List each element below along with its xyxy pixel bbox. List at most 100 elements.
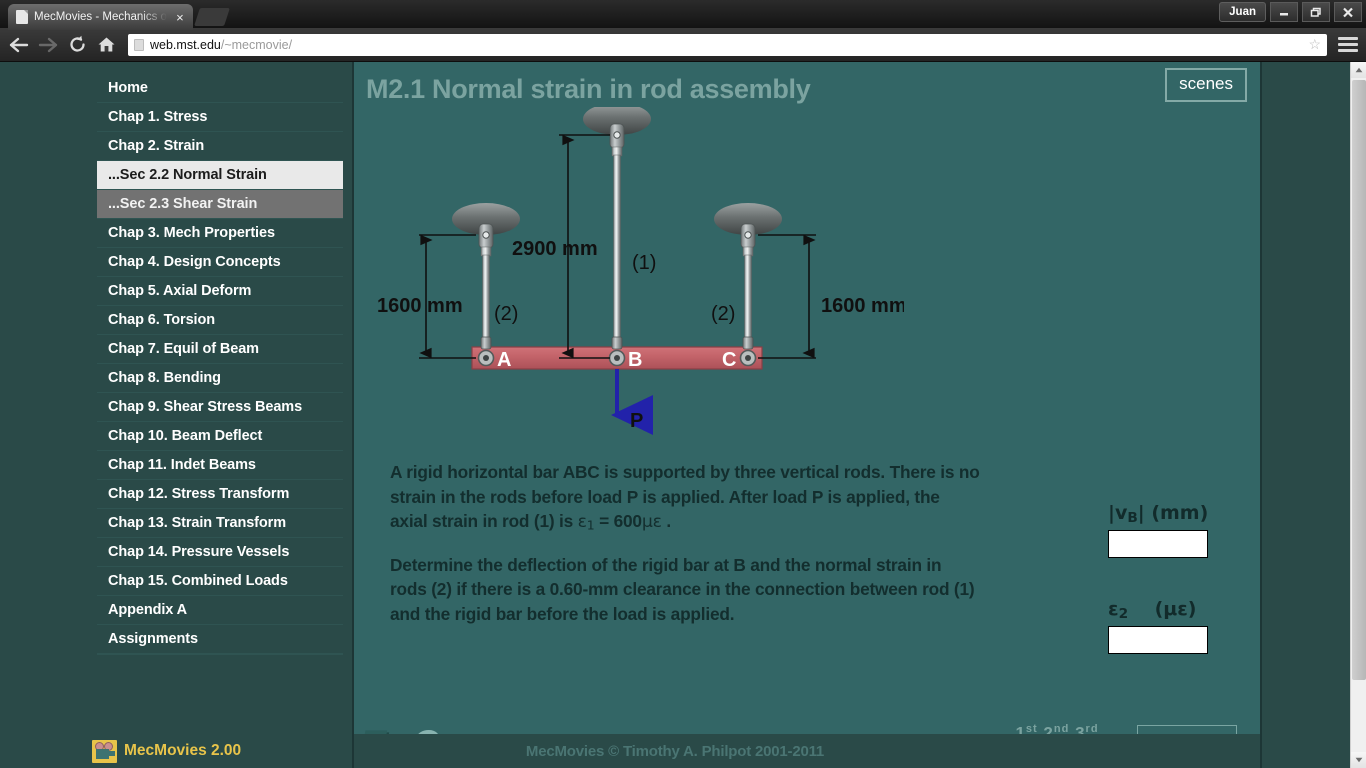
- sidebar-item-14[interactable]: Chap 12. Stress Transform: [97, 480, 343, 509]
- sidebar-item-3[interactable]: ...Sec 2.2 Normal Strain: [97, 161, 343, 190]
- sidebar-item-16[interactable]: Chap 14. Pressure Vessels: [97, 538, 343, 567]
- home-icon[interactable]: [95, 34, 117, 56]
- answer-fields: |vB| (mm) ε2 (με): [1108, 502, 1228, 654]
- sidebar-item-1[interactable]: Chap 1. Stress: [97, 103, 343, 132]
- sidebar-bottom-rule: [97, 654, 343, 655]
- joint-label-b: B: [628, 349, 642, 371]
- rod-label-2-right: (2): [711, 303, 735, 325]
- sidebar-item-label: Chap 5. Axial Deform: [108, 283, 252, 299]
- vb-tail: |: [1137, 502, 1145, 524]
- epsilon1-subscript: 1: [586, 517, 595, 533]
- sidebar-item-15[interactable]: Chap 13. Strain Transform: [97, 509, 343, 538]
- page-title: M2.1 Normal strain in rod assembly: [366, 74, 811, 104]
- mecmovies-page: Home Chap 1. Stress Chap 2. Strain ...Sec 2…: [0, 62, 1350, 768]
- dimension-right: [758, 234, 816, 359]
- sidebar-item-label: Assignments: [108, 631, 198, 647]
- sidebar-item-2[interactable]: Chap 2. Strain: [97, 132, 343, 161]
- sidebar-item-5[interactable]: Chap 3. Mech Properties: [97, 219, 343, 248]
- movie-camera-icon: [92, 739, 117, 763]
- sidebar-item-label: Chap 12. Stress Transform: [108, 486, 290, 502]
- browser-menu-icon[interactable]: [1338, 37, 1358, 52]
- forward-icon[interactable]: [37, 34, 59, 56]
- dim-right-label: 1600 mm: [821, 295, 904, 317]
- sidebar-item-label: Chap 13. Strain Transform: [108, 515, 286, 531]
- page-viewport: Home Chap 1. Stress Chap 2. Strain ...Sec 2…: [0, 62, 1366, 768]
- scroll-down-icon[interactable]: [1351, 752, 1366, 768]
- scenes-button[interactable]: scenes: [1165, 68, 1247, 102]
- url-text: web.mst.edu/~mecmovie/: [150, 38, 292, 52]
- minimize-button[interactable]: [1270, 2, 1298, 22]
- page-scrollbar[interactable]: [1350, 62, 1366, 768]
- epsilon1-symbol: ε: [577, 512, 587, 533]
- close-button[interactable]: [1334, 2, 1362, 22]
- url-host: web.mst.edu: [150, 37, 221, 52]
- page-favicon-icon: [134, 38, 144, 51]
- sidebar-item-label: Chap 10. Beam Deflect: [108, 428, 263, 444]
- reload-icon[interactable]: [66, 34, 88, 56]
- joint-label-c: C: [722, 349, 736, 371]
- figure-svg: 1600 mm 2900 mm 1600 mm (1) (2) (2) A B …: [377, 107, 904, 435]
- problem-p1-end: .: [661, 511, 671, 532]
- url-path: /~mecmovie/: [220, 37, 293, 52]
- rod-assembly-figure: 1600 mm 2900 mm 1600 mm (1) (2) (2) A B …: [364, 107, 904, 492]
- dim-center-label: 2900 mm: [512, 238, 598, 260]
- browser-window: MecMovies - Mechanics o × Juan web.mst.e…: [0, 0, 1366, 768]
- browser-tab[interactable]: MecMovies - Mechanics o ×: [8, 4, 193, 30]
- sidebar-item-11[interactable]: Chap 9. Shear Stress Beams: [97, 393, 343, 422]
- tab-close-icon[interactable]: ×: [173, 11, 187, 24]
- sidebar-navigation: Home Chap 1. Stress Chap 2. Strain ...Sec 2…: [88, 62, 352, 734]
- rod-label-1: (1): [632, 252, 656, 274]
- bookmark-star-icon[interactable]: ☆: [1308, 36, 1321, 53]
- sidebar-item-7[interactable]: Chap 5. Axial Deform: [97, 277, 343, 306]
- user-profile-button[interactable]: Juan: [1219, 2, 1266, 22]
- eps2-main: ε: [1108, 598, 1119, 620]
- sidebar-item-17[interactable]: Chap 15. Combined Loads: [97, 567, 343, 596]
- tab-favicon-icon: [16, 10, 28, 24]
- problem-paragraph-1: A rigid horizontal bar ABC is supported …: [390, 460, 980, 535]
- address-bar[interactable]: web.mst.edu/~mecmovie/ ☆: [128, 33, 1327, 56]
- maximize-restore-button[interactable]: [1302, 2, 1330, 22]
- footer-divider-left: [352, 734, 354, 768]
- answer-input-vb[interactable]: [1108, 530, 1208, 558]
- sidebar-item-9[interactable]: Chap 7. Equil of Beam: [97, 335, 343, 364]
- answer-input-eps2[interactable]: [1108, 626, 1208, 654]
- rod-right-2: [714, 203, 782, 367]
- joint-label-a: A: [497, 349, 511, 371]
- back-icon[interactable]: [8, 34, 30, 56]
- applet-panel: M2.1 Normal strain in rod assembly scene…: [352, 62, 1262, 768]
- sidebar-item-label: Chap 3. Mech Properties: [108, 225, 275, 241]
- problem-paragraph-2: Determine the deflection of the rigid ba…: [390, 554, 975, 624]
- sidebar-item-label: Chap 8. Bending: [108, 370, 221, 386]
- page-footer: MecMovies 2.00 MecMovies © Timothy A. Ph…: [0, 734, 1350, 768]
- epsilon1-units: με: [641, 512, 662, 533]
- sidebar-item-0[interactable]: Home: [97, 74, 343, 103]
- sidebar-item-label: Home: [108, 80, 148, 96]
- sidebar-item-13[interactable]: Chap 11. Indet Beams: [97, 451, 343, 480]
- dim-left-label: 1600 mm: [377, 295, 463, 317]
- problem-p1-text: A rigid horizontal bar ABC is supported …: [390, 462, 980, 532]
- problem-statement: A rigid horizontal bar ABC is supported …: [390, 460, 980, 626]
- sidebar-item-6[interactable]: Chap 4. Design Concepts: [97, 248, 343, 277]
- sidebar-item-label: Chap 6. Torsion: [108, 312, 215, 328]
- footer-brand-label: MecMovies 2.00: [124, 742, 242, 759]
- sidebar-item-label: ...Sec 2.2 Normal Strain: [108, 167, 267, 183]
- answer-label-vb: |vB| (mm): [1108, 502, 1228, 526]
- tab-strip: MecMovies - Mechanics o × Juan: [0, 0, 1366, 30]
- sidebar-item-label: Chap 4. Design Concepts: [108, 254, 281, 270]
- sidebar-item-label: Chap 15. Combined Loads: [108, 573, 288, 589]
- sidebar-item-18[interactable]: Appendix A: [97, 596, 343, 625]
- load-label-p: P: [630, 410, 643, 432]
- scrollbar-thumb[interactable]: [1352, 80, 1366, 680]
- sidebar-item-8[interactable]: Chap 6. Torsion: [97, 306, 343, 335]
- sidebar-item-label: ...Sec 2.3 Shear Strain: [108, 196, 258, 212]
- tab-title: MecMovies - Mechanics o: [34, 11, 167, 23]
- sidebar-item-4[interactable]: ...Sec 2.3 Shear Strain: [97, 190, 343, 219]
- sidebar-item-12[interactable]: Chap 10. Beam Deflect: [97, 422, 343, 451]
- vb-unit: (mm): [1151, 502, 1209, 524]
- eps2-sub: 2: [1118, 606, 1129, 622]
- new-tab-button[interactable]: [194, 8, 230, 26]
- scroll-up-icon[interactable]: [1351, 62, 1366, 78]
- vb-sub: B: [1127, 510, 1138, 526]
- sidebar-item-10[interactable]: Chap 8. Bending: [97, 364, 343, 393]
- sidebar-item-19[interactable]: Assignments: [97, 625, 343, 654]
